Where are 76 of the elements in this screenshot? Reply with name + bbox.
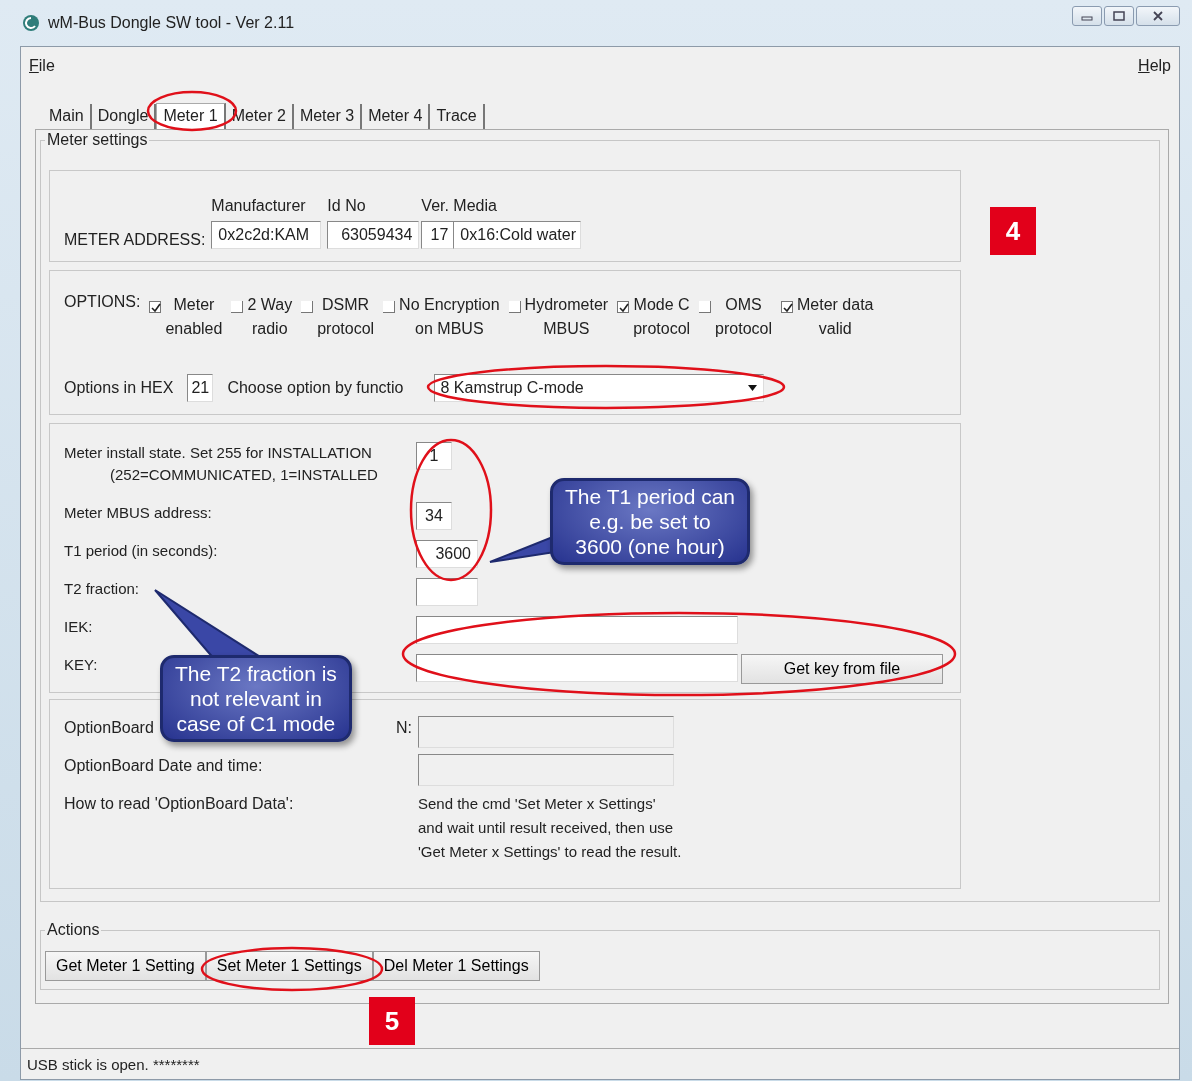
tab[interactable]: Main (43, 104, 92, 129)
maximize-button[interactable] (1104, 6, 1134, 26)
app-icon (22, 14, 40, 32)
minimize-button[interactable] (1072, 6, 1102, 26)
field-label: Meter MBUS address: (64, 503, 212, 523)
tab[interactable]: Meter 3 (293, 104, 363, 129)
text-field[interactable] (418, 754, 674, 786)
checkbox-label: OMS protocol (715, 295, 772, 339)
text-field[interactable]: 63059434 (327, 221, 420, 249)
dropdown-arrow-icon (747, 385, 757, 391)
field-label: IEK: (64, 617, 93, 637)
text-field[interactable] (416, 616, 738, 644)
field-label: METER ADDRESS: (64, 231, 206, 249)
menu-item[interactable]: File (29, 57, 55, 81)
close-button[interactable] (1136, 6, 1180, 26)
action-button[interactable]: Del Meter 1 Settings (372, 951, 540, 981)
column-heading: Manufacturer (211, 197, 307, 215)
column-heading: Id No (327, 197, 367, 215)
group-title: Meter settings (45, 131, 150, 149)
text-field[interactable] (418, 716, 674, 748)
maximize-icon (1113, 11, 1125, 21)
field-label: N: (396, 718, 413, 738)
text-field[interactable]: 3600 (416, 540, 478, 568)
checkbox[interactable] (699, 301, 712, 313)
callout-bubble: The T1 period can e.g. be set to 3600 (one hour) (550, 478, 751, 565)
menu-item[interactable]: Help (1138, 57, 1171, 81)
field-label: How to read 'OptionBoard Data': (64, 794, 294, 814)
field-label: OPTIONS: (64, 293, 141, 311)
field-label: OptionBoard (64, 718, 154, 738)
checkbox-label: Mode C protocol (633, 295, 691, 339)
field-hint: (252=COMMUNICATED, 1=INSTALLED (110, 465, 378, 485)
window-title: wM-Bus Dongle SW tool - Ver 2.11 (48, 14, 296, 32)
checkbox[interactable] (383, 301, 396, 313)
text-field[interactable]: 1 (416, 442, 452, 470)
checkbox-label: Meter data valid (797, 295, 874, 339)
checkbox-label: 2 Way radio (247, 295, 293, 339)
action-button[interactable]: Set Meter 1 Settings (205, 951, 373, 981)
close-icon (1152, 11, 1164, 21)
checkbox[interactable] (617, 301, 630, 313)
status-text: USB stick is open. ******** (21, 1048, 1179, 1079)
hex-field[interactable]: 21 (187, 374, 214, 402)
field-label: Options in HEX (64, 379, 174, 397)
column-heading: Media (453, 197, 498, 215)
tab[interactable]: Trace (430, 104, 485, 129)
checkbox-label: No Encryption on MBUS (399, 295, 500, 339)
checkbox[interactable] (781, 301, 793, 313)
column-heading: Ver. (421, 197, 450, 215)
step-number: 5 (369, 997, 415, 1045)
field-label: T1 period (in seconds): (64, 541, 218, 561)
field-label: Meter install state. Set 255 for INSTALLATION (64, 443, 372, 463)
tab[interactable]: Meter 2 (225, 104, 294, 129)
text-field[interactable]: 0x2c2d:KAM (211, 221, 322, 249)
step-number: 4 (990, 207, 1036, 255)
instruction-text: Send the cmd 'Set Meter x Settings' and wait until result received, then use 'Get Meter x Settings' to read the result. (418, 794, 682, 862)
text-field[interactable]: 17 (421, 221, 456, 249)
checkbox-label: DSMR protocol (317, 295, 375, 339)
field-label: KEY: (64, 655, 98, 675)
action-button[interactable]: Get Meter 1 Setting (45, 951, 206, 981)
text-field[interactable] (416, 654, 738, 682)
text-field[interactable]: 34 (416, 502, 452, 530)
checkbox-label: Hydrometer MBUS (524, 295, 609, 339)
checkbox-label: Meter enabled (165, 295, 223, 339)
callout-bubble: The T2 fraction is not relevant in case of C1 mode (160, 655, 352, 742)
text-field[interactable] (416, 578, 478, 606)
checkbox[interactable] (508, 301, 521, 313)
get-key-button[interactable]: Get key from file (741, 654, 943, 684)
tab[interactable]: Meter 1 (156, 103, 226, 129)
checkbox[interactable] (231, 301, 244, 313)
text-field[interactable]: 0x16:Cold water (453, 221, 582, 249)
field-label: OptionBoard Date and time: (64, 756, 263, 776)
dropdown[interactable]: 8 Kamstrup C-mode (433, 374, 764, 402)
field-label: T2 fraction: (64, 579, 140, 599)
tab[interactable]: Meter 4 (362, 104, 431, 129)
checkbox[interactable] (149, 301, 162, 313)
field-label: Choose option by functio (227, 379, 404, 397)
checkbox[interactable] (301, 301, 314, 313)
